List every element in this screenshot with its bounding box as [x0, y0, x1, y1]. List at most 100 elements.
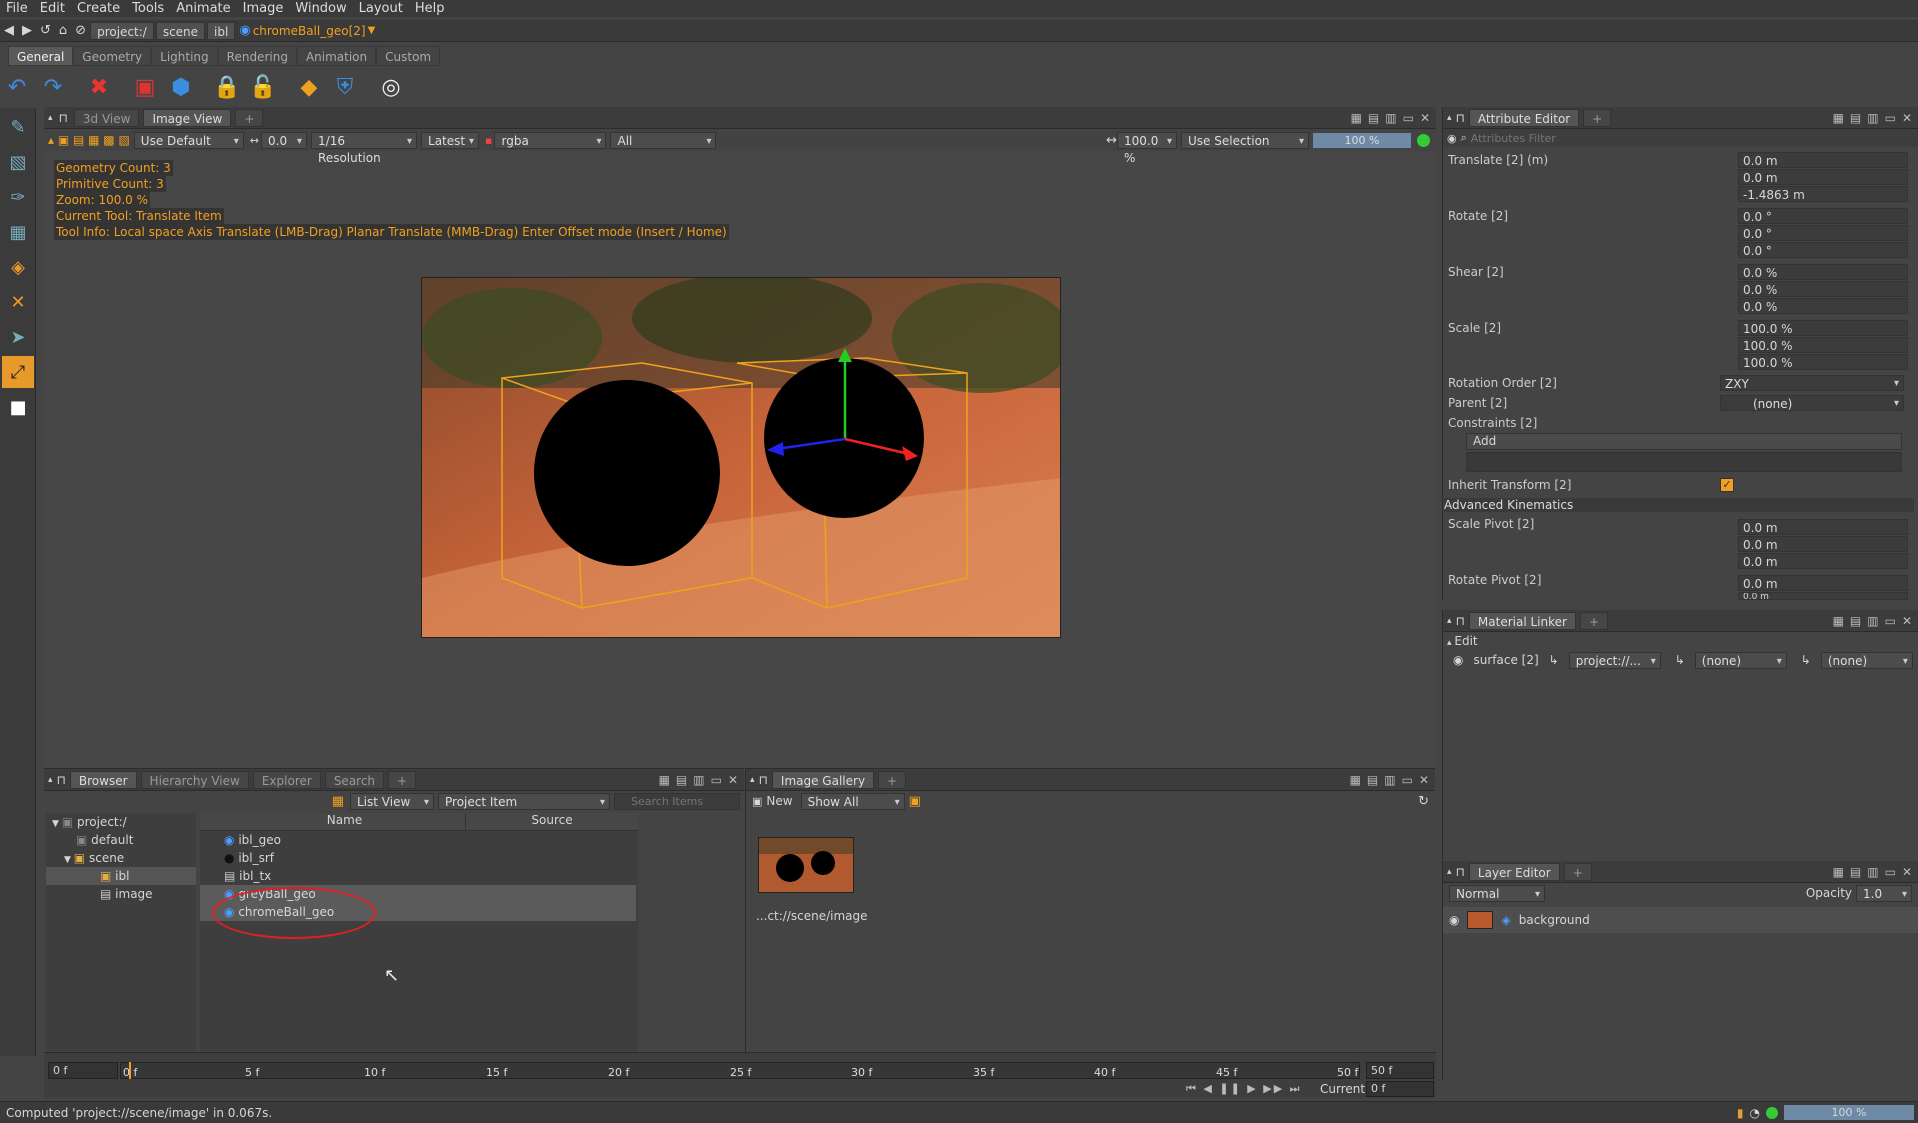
menu-layout[interactable]: Layout: [353, 1, 409, 16]
exposure-input[interactable]: 0.0: [261, 131, 308, 150]
camera-icon[interactable]: ▧: [2, 146, 34, 178]
crumb-scene[interactable]: scene: [155, 21, 206, 40]
cubes-icon[interactable]: ▣: [128, 70, 162, 104]
layers-dropdown[interactable]: All: [610, 131, 717, 150]
close-icon[interactable]: ✕: [1902, 614, 1912, 628]
delete-icon[interactable]: ✖: [82, 70, 116, 104]
project-dropdown[interactable]: project://...: [1568, 651, 1661, 670]
layout-icon[interactable]: ▦: [1833, 614, 1844, 628]
home-icon[interactable]: ⌂: [55, 23, 71, 38]
opacity-input[interactable]: 1.0: [1856, 884, 1912, 903]
paint-icon[interactable]: ✎: [2, 111, 34, 143]
scale-x-field[interactable]: 100.0 %: [1738, 320, 1908, 336]
close-icon[interactable]: ✕: [1902, 865, 1912, 879]
transform-icon[interactable]: ✕: [2, 286, 34, 318]
tree-item-ibl[interactable]: ▣ ibl: [46, 867, 196, 885]
translate-icon[interactable]: ⤢: [2, 356, 34, 388]
menu-image[interactable]: Image: [237, 1, 290, 16]
crumb-ibl[interactable]: ibl: [207, 21, 236, 40]
rotate-z-field[interactable]: 0.0 °: [1738, 242, 1908, 258]
maximize-icon[interactable]: ▭: [711, 773, 722, 787]
rotate-x-field[interactable]: 0.0 °: [1738, 208, 1908, 224]
menu-animate[interactable]: Animate: [170, 1, 236, 16]
shear-x-field[interactable]: 0.0 %: [1738, 264, 1908, 280]
rotate-pivot-x-field[interactable]: 0.0 m: [1738, 575, 1908, 591]
forward-icon[interactable]: ▶: [18, 23, 36, 38]
collapse-icon[interactable]: ▴: [44, 113, 57, 123]
undo-icon[interactable]: ↶: [0, 70, 34, 104]
crumb-current[interactable]: chromeBall_geo[2]: [253, 24, 366, 38]
link3-icon[interactable]: ↳: [1801, 653, 1811, 667]
translate-y-field[interactable]: 0.0 m: [1738, 169, 1908, 185]
layout-icon[interactable]: ▦: [1351, 111, 1362, 125]
parent-dropdown[interactable]: (none): [1720, 395, 1904, 412]
lock-icon[interactable]: 🔒: [210, 70, 244, 104]
object-icon[interactable]: ◈: [2, 251, 34, 283]
scale-pivot-y-field[interactable]: 0.0 m: [1738, 536, 1908, 552]
column-name[interactable]: Name: [224, 813, 466, 830]
channel-dropdown[interactable]: rgba: [494, 131, 607, 150]
collapse-icon[interactable]: ▴: [44, 775, 57, 785]
collapse-icon[interactable]: ▴: [746, 775, 759, 785]
close-icon[interactable]: ✕: [1419, 773, 1429, 787]
tab-hierarchy-view[interactable]: Hierarchy View: [140, 770, 249, 789]
lut-dropdown[interactable]: Use Default: [133, 131, 244, 150]
pin-icon[interactable]: ⊓: [759, 773, 768, 787]
timeline-start-field[interactable]: 0 f: [48, 1062, 118, 1079]
menu-edit[interactable]: Edit: [34, 1, 71, 16]
gallery-thumbnail[interactable]: [758, 837, 854, 893]
layout2-icon[interactable]: ▤: [1850, 865, 1861, 879]
maximize-icon[interactable]: ▭: [1402, 773, 1413, 787]
layout2-icon[interactable]: ▤: [1368, 111, 1379, 125]
maximize-icon[interactable]: ▭: [1885, 865, 1896, 879]
translate-x-field[interactable]: 0.0 m: [1738, 152, 1908, 168]
maximize-icon[interactable]: ▭: [1885, 614, 1896, 628]
tab-animation[interactable]: Animation: [296, 46, 377, 66]
current-frame-field[interactable]: 0 f: [1366, 1081, 1434, 1097]
layout2-icon[interactable]: ▤: [1850, 614, 1861, 628]
crumb-project[interactable]: project:/: [90, 21, 154, 40]
translate-z-field[interactable]: -1.4863 m: [1738, 186, 1908, 202]
collapse-icon[interactable]: ▴: [1443, 867, 1456, 877]
menu-help[interactable]: Help: [409, 1, 451, 16]
layout3-icon[interactable]: ▥: [1867, 865, 1878, 879]
layer-name[interactable]: background: [1519, 913, 1590, 927]
new-button[interactable]: New: [766, 794, 792, 808]
tab-image-view[interactable]: Image View: [143, 108, 232, 127]
show-all-dropdown[interactable]: Show All: [800, 792, 905, 811]
tab-general[interactable]: General: [8, 46, 74, 66]
resolution-dropdown[interactable]: 1/16 Resolution: [311, 131, 418, 165]
scale-pivot-x-field[interactable]: 0.0 m: [1738, 519, 1908, 535]
project-item-dropdown[interactable]: Project Item: [438, 792, 610, 811]
back-icon[interactable]: ◀: [0, 23, 18, 38]
list-view-dropdown[interactable]: List View: [350, 792, 434, 811]
close-icon[interactable]: ✕: [1420, 111, 1430, 125]
inherit-transform-checkbox[interactable]: ✓: [1720, 478, 1734, 492]
stop-icon[interactable]: ⊘: [71, 23, 90, 38]
search-items-input[interactable]: [614, 792, 740, 810]
tree-item-default[interactable]: ▣ default: [46, 831, 196, 849]
add-tab-button[interactable]: +: [878, 770, 907, 789]
close-icon[interactable]: ✕: [728, 773, 738, 787]
rotate-pivot-y-field[interactable]: 0.0 m: [1738, 592, 1908, 600]
tree-item-project[interactable]: ▼ ▣ project:/: [46, 813, 196, 831]
tab-layer-editor[interactable]: Layer Editor: [1468, 862, 1560, 881]
gallery-options-icon[interactable]: ▣: [909, 794, 921, 809]
material-linker-edit-menu[interactable]: ▴ Edit: [1443, 632, 1918, 650]
tab-rendering[interactable]: Rendering: [217, 46, 297, 66]
image-icon[interactable]: ▦: [2, 216, 34, 248]
timeline-end-field[interactable]: 50 f: [1366, 1062, 1434, 1079]
render-image[interactable]: [421, 277, 1061, 638]
menu-window[interactable]: Window: [289, 1, 352, 16]
layout-icon[interactable]: ▦: [659, 773, 670, 787]
pin-icon[interactable]: ⊓: [57, 773, 66, 787]
list-item[interactable]: ● ibl_srf: [200, 849, 638, 867]
shear-z-field[interactable]: 0.0 %: [1738, 298, 1908, 314]
add-tab-button[interactable]: +: [388, 770, 417, 789]
tab-search[interactable]: Search: [324, 770, 385, 789]
version-dropdown[interactable]: Latest: [421, 131, 480, 150]
tree-item-scene[interactable]: ▼ ▣ scene: [46, 849, 196, 867]
refresh-icon[interactable]: ↻: [1418, 794, 1429, 809]
tab-browser[interactable]: Browser: [69, 770, 137, 789]
layout2-icon[interactable]: ▤: [1367, 773, 1378, 787]
